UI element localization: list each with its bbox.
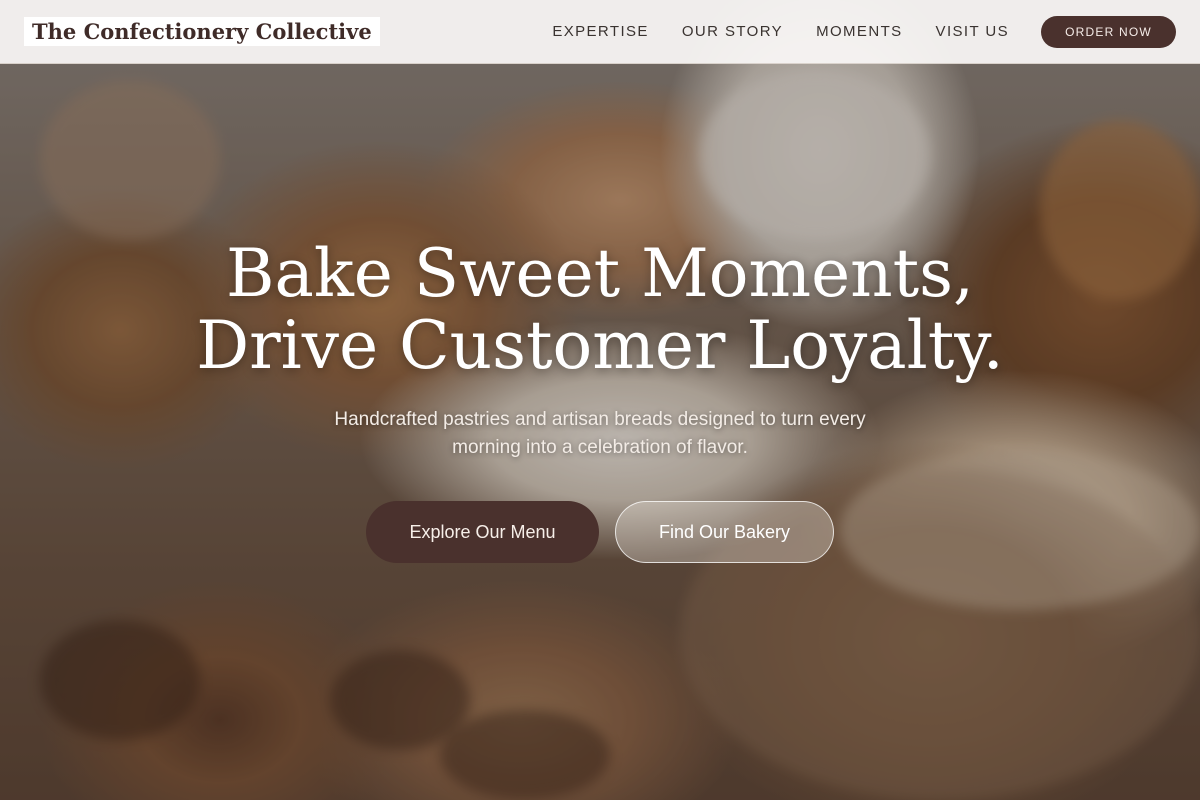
hero-subtitle: Handcrafted pastries and artisan breads … (334, 409, 866, 458)
hero-title-line-1: Bake Sweet Moments, (225, 235, 975, 312)
hero-title: Bake Sweet Moments, Drive Customer Loyal… (0, 238, 1200, 382)
find-bakery-button[interactable]: Find Our Bakery (615, 501, 834, 563)
hero-title-line-2: Drive Customer Loyalty. (196, 307, 1004, 384)
hero-section: Bake Sweet Moments, Drive Customer Loyal… (0, 0, 1200, 800)
explore-menu-button[interactable]: Explore Our Menu (366, 501, 599, 563)
